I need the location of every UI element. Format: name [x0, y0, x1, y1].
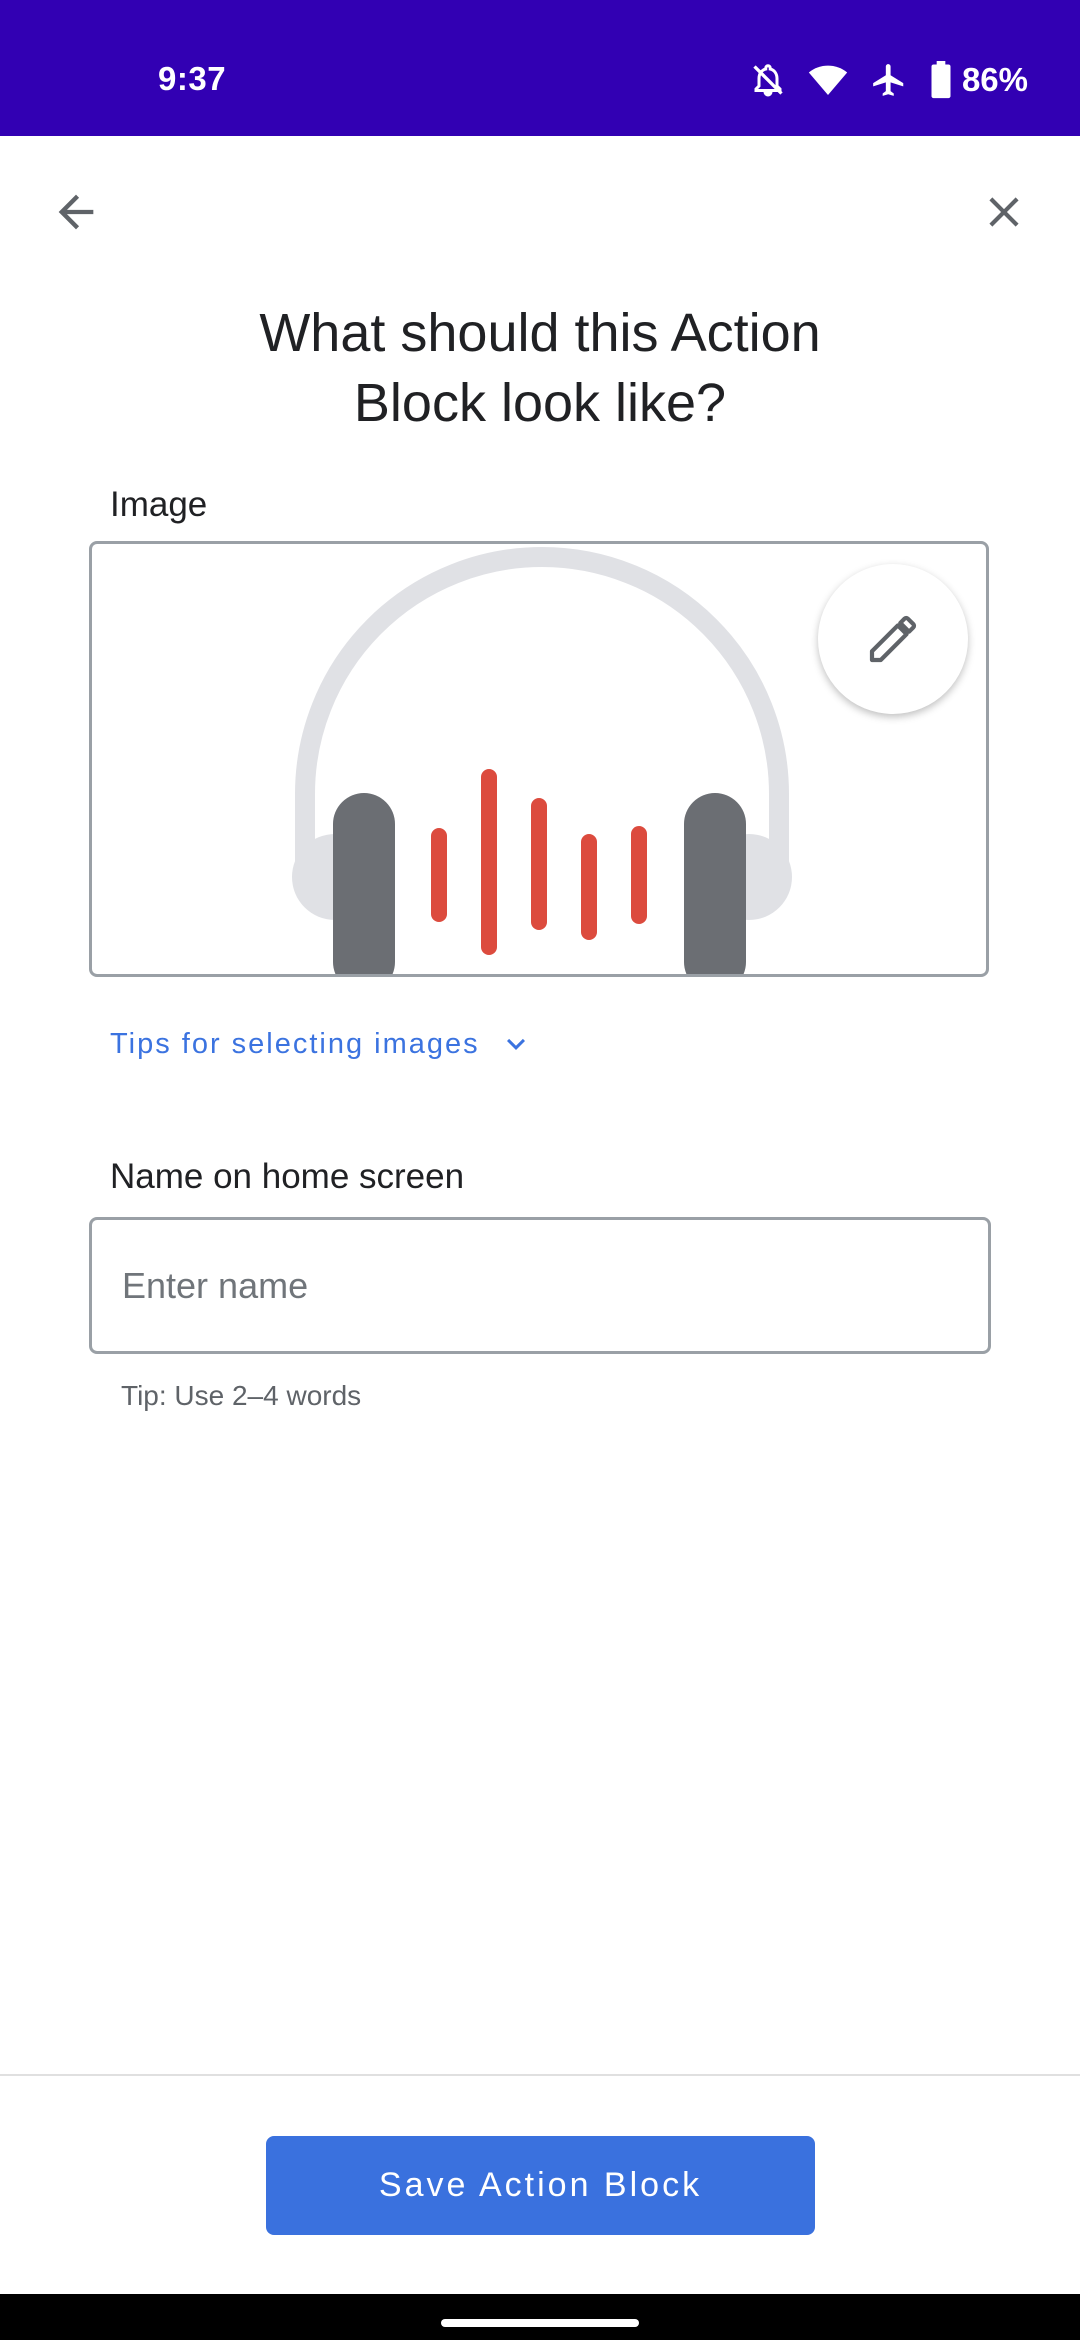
wifi-icon	[808, 63, 848, 97]
tips-link[interactable]: Tips for selecting images	[110, 1026, 534, 1062]
save-action-block-button[interactable]: Save Action Block	[266, 2136, 815, 2235]
footer-divider	[0, 2074, 1080, 2076]
arrow-back-icon	[58, 194, 94, 230]
status-icons: 86%	[728, 58, 1028, 102]
battery-percent: 86%	[961, 61, 1028, 98]
airplane-icon	[870, 61, 908, 99]
close-icon	[989, 197, 1019, 227]
image-card[interactable]	[89, 541, 989, 977]
close-button[interactable]	[972, 180, 1036, 244]
page-title: What should this Action Block look like?	[259, 303, 821, 433]
tips-label: Tips for selecting images	[110, 1027, 480, 1060]
back-button[interactable]	[44, 180, 108, 244]
home-gesture-handle[interactable]	[441, 2319, 639, 2327]
status-bar: 9:37 86%	[0, 0, 1080, 136]
chevron-down-icon	[498, 1026, 534, 1062]
navigation-bar	[0, 2294, 1080, 2340]
notifications-off-icon	[750, 61, 786, 99]
battery-icon	[930, 61, 952, 99]
name-helper-text: Tip: Use 2–4 words	[121, 1380, 362, 1411]
name-input[interactable]	[89, 1217, 991, 1354]
status-time: 9:37	[158, 60, 227, 97]
pencil-icon	[869, 615, 917, 663]
edit-image-button[interactable]	[818, 564, 968, 714]
image-label: Image	[110, 485, 208, 524]
name-label: Name on home screen	[110, 1157, 465, 1196]
